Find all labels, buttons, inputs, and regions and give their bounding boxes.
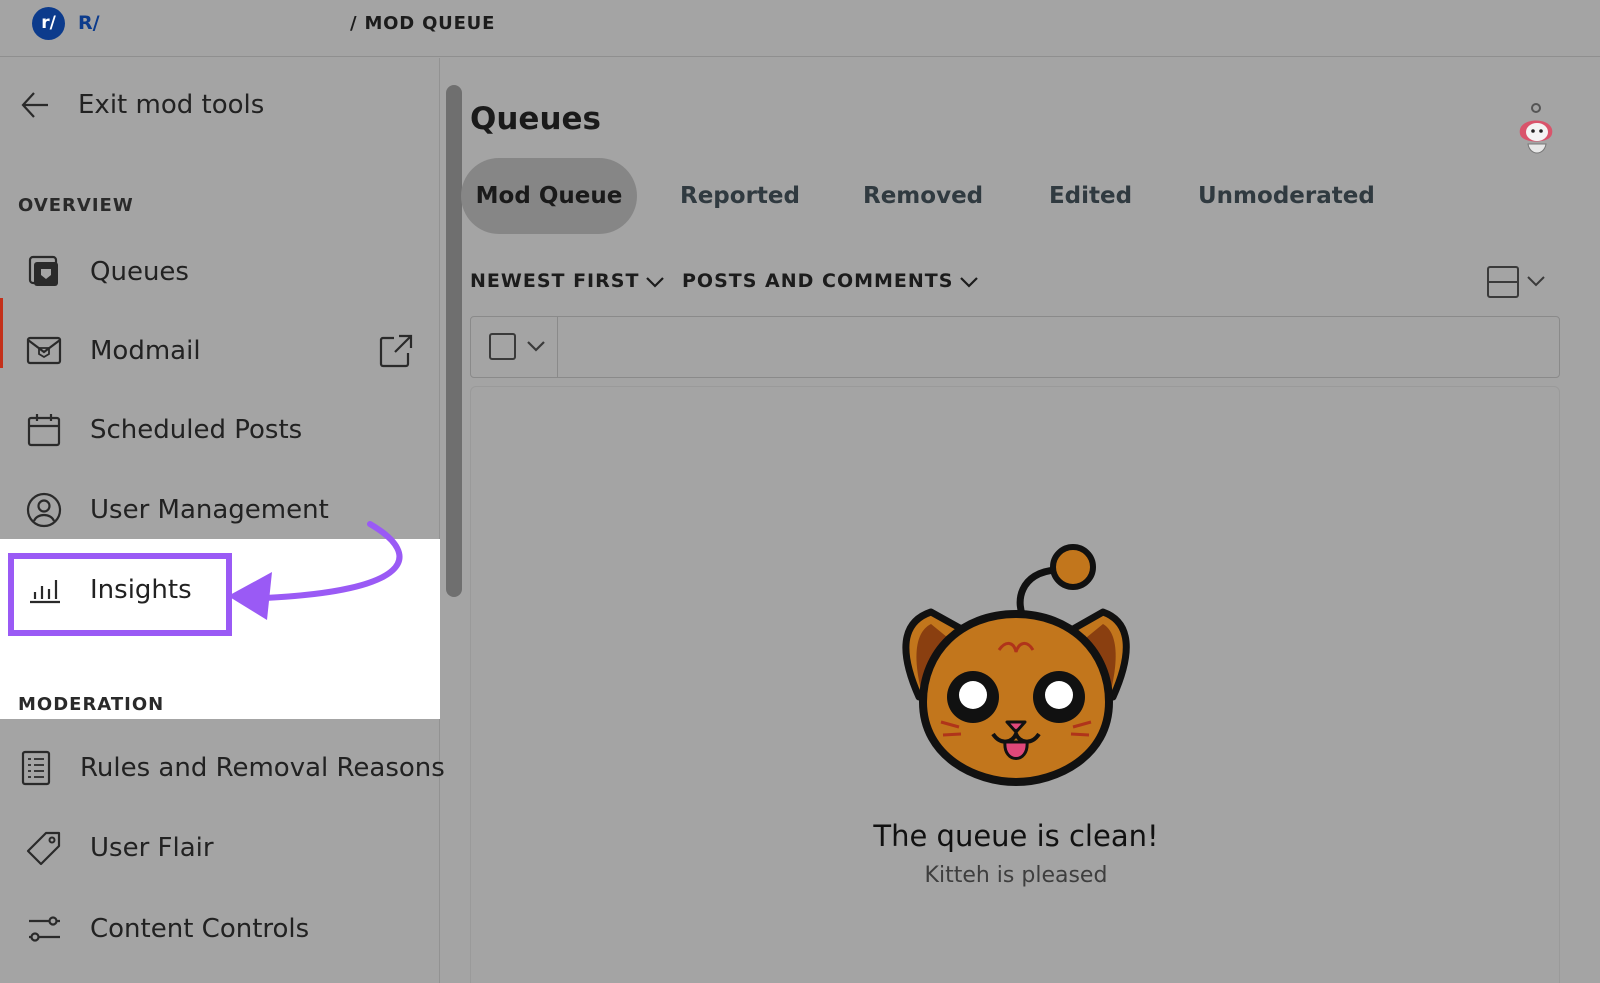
external-link-icon[interactable] xyxy=(378,333,414,369)
sidebar-item-scheduled-posts[interactable]: Scheduled Posts xyxy=(0,398,440,462)
empty-state-subtitle: Kitteh is pleased xyxy=(924,863,1108,888)
subreddit-name[interactable]: R/ xyxy=(78,12,100,34)
view-layout-toggle[interactable] xyxy=(1486,264,1556,302)
sliders-icon xyxy=(29,916,60,942)
calendar-icon xyxy=(27,414,61,447)
sidebar-scrollbar[interactable] xyxy=(446,85,462,597)
divider xyxy=(557,317,558,377)
sort-dropdown-label: NEWEST FIRST xyxy=(470,270,640,292)
content-type-dropdown[interactable]: POSTS AND COMMENTS xyxy=(682,270,979,292)
select-all-checkbox[interactable] xyxy=(489,333,516,360)
chevron-down-icon[interactable] xyxy=(526,338,546,354)
sidebar-item-modmail[interactable]: Modmail xyxy=(0,319,440,383)
sidebar-item-label: Scheduled Posts xyxy=(90,415,303,445)
sidebar: Exit mod tools OVERVIEW Queues Modmail S… xyxy=(0,58,445,983)
tag-icon xyxy=(26,831,61,866)
sidebar-item-queues[interactable]: Queues xyxy=(0,240,440,304)
sidebar-item-label: User Flair xyxy=(90,833,214,863)
pointer-arrow-icon xyxy=(228,521,403,620)
tab-reported[interactable]: Reported xyxy=(680,158,800,234)
content-type-dropdown-label: POSTS AND COMMENTS xyxy=(682,270,954,292)
rules-icon xyxy=(21,750,51,786)
exit-mod-tools-label: Exit mod tools xyxy=(78,90,265,120)
modmail-icon xyxy=(26,336,62,365)
queue-panel: The queue is clean! Kitteh is pleased xyxy=(470,386,1560,983)
breadcrumb: / MOD QUEUE xyxy=(350,13,496,34)
moderation-section-title: MODERATION xyxy=(18,694,165,715)
sidebar-item-label: Modmail xyxy=(90,336,201,366)
sidebar-item-label: Rules and Removal Reasons xyxy=(80,753,445,783)
page-title: Queues xyxy=(470,101,601,137)
sidebar-item-user-flair[interactable]: User Flair xyxy=(0,816,440,880)
sidebar-item-content-controls[interactable]: Content Controls xyxy=(0,897,440,961)
chevron-down-icon xyxy=(960,276,979,288)
tab-edited[interactable]: Edited xyxy=(1043,158,1138,234)
chevron-down-icon xyxy=(646,276,665,288)
bulk-action-bar xyxy=(470,316,1560,378)
overview-section-title: OVERVIEW xyxy=(18,195,134,216)
main-content: Queues Mod Queue Reported Removed Edited… xyxy=(461,58,1600,983)
back-arrow-icon xyxy=(21,92,48,118)
kitteh-mascot-icon xyxy=(902,544,1130,787)
insights-highlight-frame xyxy=(8,553,232,636)
tab-removed[interactable]: Removed xyxy=(863,158,983,234)
sidebar-item-label: Content Controls xyxy=(90,914,310,944)
sidebar-item-label: Queues xyxy=(90,257,189,287)
sort-dropdown[interactable]: NEWEST FIRST xyxy=(470,270,665,292)
top-bar: r/ R/ / MOD QUEUE xyxy=(0,0,1600,57)
empty-state-title: The queue is clean! xyxy=(873,819,1159,853)
avatar[interactable] xyxy=(1510,100,1562,158)
tab-mod-queue[interactable]: Mod Queue xyxy=(461,158,637,234)
queues-icon xyxy=(28,255,58,286)
subreddit-logo-icon[interactable]: r/ xyxy=(32,7,65,40)
tab-unmoderated[interactable]: Unmoderated xyxy=(1198,158,1375,234)
exit-mod-tools-link[interactable]: Exit mod tools xyxy=(0,73,440,137)
sidebar-item-rules[interactable]: Rules and Removal Reasons xyxy=(0,736,445,800)
user-circle-icon xyxy=(26,492,62,528)
